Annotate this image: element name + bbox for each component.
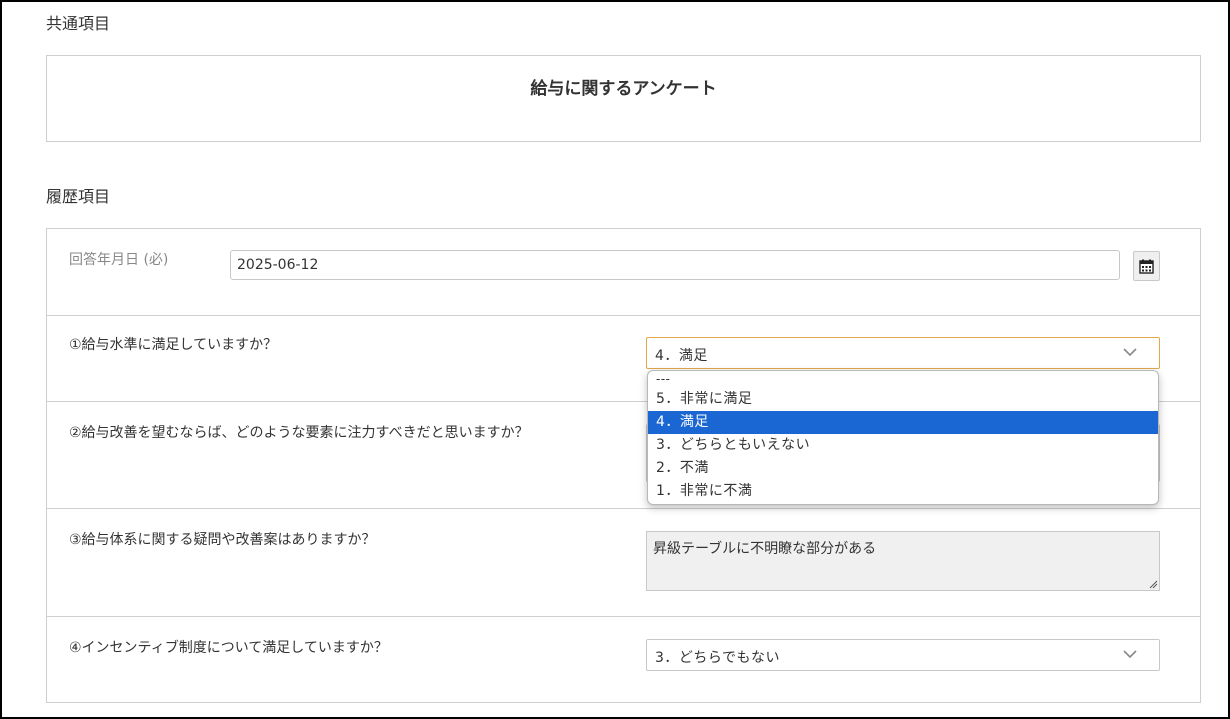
answer-date-row: 回答年月日 (必): [47, 229, 1200, 316]
common-section-heading: 共通項目: [46, 14, 111, 33]
survey-title-panel: 給与に関するアンケート: [46, 55, 1201, 142]
dropdown-option[interactable]: 2．不満: [648, 457, 1158, 480]
history-section-heading: 履歴項目: [46, 187, 111, 206]
survey-title: 給与に関するアンケート: [530, 79, 717, 99]
question-3-label: ③給与体系に関する疑問や改善案はありますか？: [69, 532, 376, 548]
question-1-dropdown-list: --- 5．非常に満足 4．満足 3．どちらともいえない 2．不満 1．非常に不…: [647, 370, 1159, 505]
chevron-down-icon: [1123, 348, 1137, 357]
question-1-label: ①給与水準に満足していますか？: [69, 337, 278, 353]
screenshot-frame: 共通項目 給与に関するアンケート 履歴項目 回答年月日 (必) 2025-06-…: [0, 0, 1230, 719]
dropdown-option[interactable]: ---: [648, 372, 1158, 388]
question-1-selected-value: 4．満足: [655, 348, 708, 364]
question-4-row: ④インセンティブ制度について満足していますか？ 3．どちらでもない: [47, 617, 1200, 702]
calendar-icon: [1139, 259, 1154, 274]
calendar-button[interactable]: [1133, 251, 1160, 281]
dropdown-option[interactable]: 1．非常に不満: [648, 480, 1158, 503]
question-4-label: ④インセンティブ制度について満足していますか？: [69, 640, 388, 656]
answer-date-input[interactable]: [230, 250, 1120, 280]
question-3-textarea[interactable]: 昇級テーブルに不明瞭な部分がある: [646, 531, 1160, 591]
question-4-select[interactable]: 3．どちらでもない: [646, 639, 1160, 671]
dropdown-option[interactable]: 5．非常に満足: [648, 388, 1158, 411]
resize-grip-icon[interactable]: [1148, 579, 1158, 589]
question-1-select[interactable]: 4．満足: [646, 337, 1160, 369]
question-3-row: ③給与体系に関する疑問や改善案はありますか？ 昇級テーブルに不明瞭な部分がある: [47, 509, 1200, 617]
question-4-selected-value: 3．どちらでもない: [655, 650, 780, 666]
chevron-down-icon: [1123, 650, 1137, 659]
dropdown-option-selected[interactable]: 4．満足: [648, 411, 1158, 434]
dropdown-option[interactable]: 3．どちらともいえない: [648, 434, 1158, 457]
answer-date-label: 回答年月日 (必): [69, 252, 169, 268]
question-2-label: ②給与改善を望むならば、どのような要素に注力すべきだと思いますか？: [69, 425, 529, 441]
